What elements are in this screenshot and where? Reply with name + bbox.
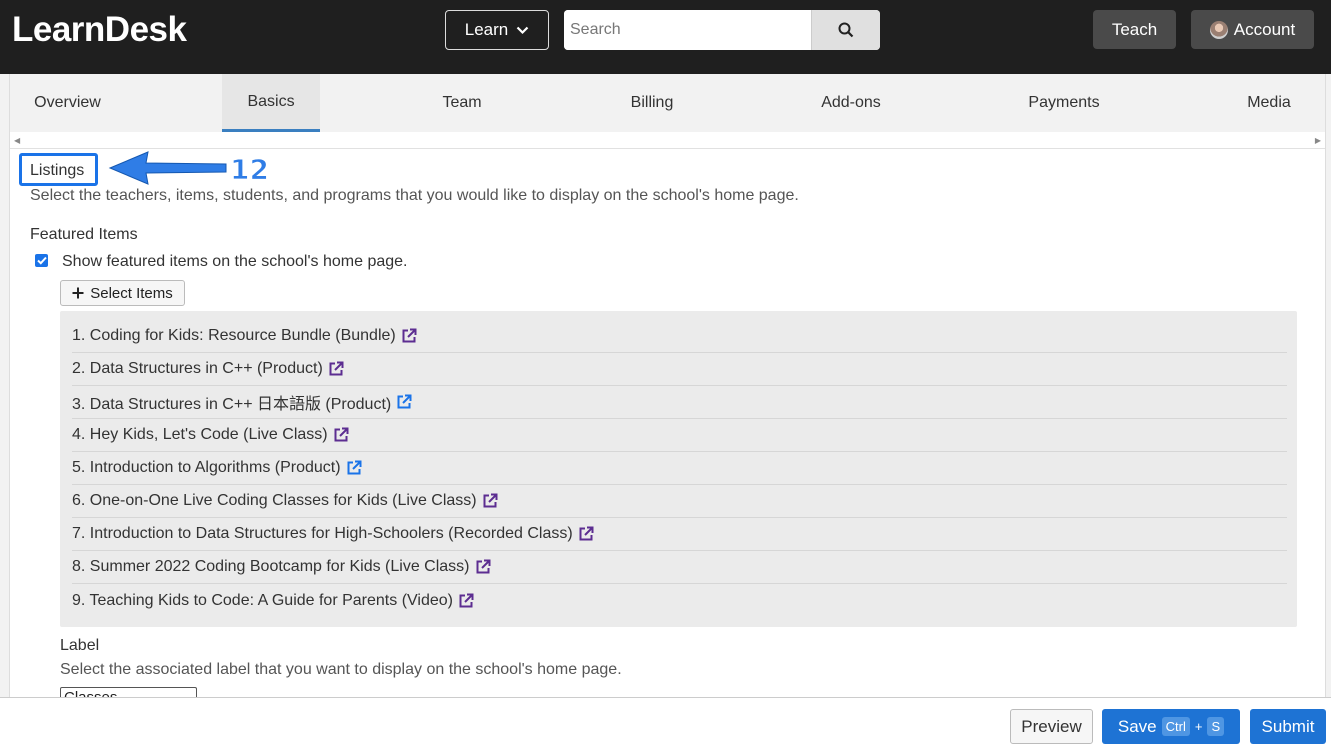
plus-icon	[72, 287, 84, 299]
account-button[interactable]: Account	[1191, 10, 1314, 49]
list-item-label: 9. Teaching Kids to Code: A Guide for Pa…	[72, 591, 453, 609]
tab-overview[interactable]: Overview	[10, 74, 125, 132]
list-item: 7. Introduction to Data Structures for H…	[72, 518, 1287, 551]
external-link-icon[interactable]	[475, 559, 491, 575]
save-button[interactable]: Save Ctrl + S	[1102, 709, 1240, 744]
list-item: 8. Summer 2022 Coding Bootcamp for Kids …	[72, 551, 1287, 584]
chevron-down-icon	[516, 26, 529, 34]
external-link-icon[interactable]	[458, 593, 474, 609]
scroll-left-icon[interactable]: ◀	[14, 136, 20, 145]
tab-bar: Overview Basics Team Billing Add-ons Pay…	[10, 74, 1325, 132]
annotation-number: 12	[230, 153, 269, 186]
list-item: 1. Coding for Kids: Resource Bundle (Bun…	[72, 320, 1287, 353]
list-item-label: 1. Coding for Kids: Resource Bundle (Bun…	[72, 327, 396, 344]
featured-items-heading: Featured Items	[30, 226, 138, 243]
list-item-label: 4. Hey Kids, Let's Code (Live Class)	[72, 426, 328, 443]
list-item: 3. Data Structures in C++ 日本語版 (Product)	[72, 386, 1287, 419]
external-link-icon[interactable]	[396, 394, 412, 410]
tab-basics[interactable]: Basics	[222, 74, 320, 132]
tab-add-ons[interactable]: Add-ons	[798, 74, 904, 132]
save-label: Save	[1117, 716, 1157, 736]
listings-title: Listings	[30, 162, 85, 179]
search-icon	[838, 22, 854, 38]
label-description: Select the associated label that you wan…	[60, 661, 622, 678]
checkmark-icon	[36, 256, 47, 265]
list-item-label: 6. One-on-One Live Coding Classes for Ki…	[72, 492, 477, 509]
list-item: 6. One-on-One Live Coding Classes for Ki…	[72, 485, 1287, 518]
learn-dropdown-button[interactable]: Learn	[445, 10, 549, 50]
select-items-label: Select Items	[90, 284, 173, 302]
s-key-badge: S	[1207, 717, 1225, 736]
list-item: 9. Teaching Kids to Code: A Guide for Pa…	[72, 584, 1287, 617]
annotation-arrow: 12	[108, 151, 269, 187]
external-link-icon[interactable]	[333, 427, 349, 443]
list-item-label: 7. Introduction to Data Structures for H…	[72, 525, 573, 542]
learn-label: Learn	[464, 20, 509, 39]
select-items-button[interactable]: Select Items	[60, 280, 185, 306]
search-bar	[564, 10, 880, 50]
scroll-right-icon[interactable]: ▶	[1315, 136, 1321, 145]
listings-description: Select the teachers, items, students, an…	[30, 187, 799, 204]
search-button[interactable]	[811, 10, 880, 50]
list-item-label: 3. Data Structures in C++ 日本語版 (Product)	[72, 396, 392, 413]
list-item: 4. Hey Kids, Let's Code (Live Class)	[72, 419, 1287, 452]
tab-media[interactable]: Media	[1235, 74, 1303, 132]
preview-button[interactable]: Preview	[1010, 709, 1093, 744]
plus-sign: +	[1194, 719, 1203, 734]
tab-billing[interactable]: Billing	[598, 74, 706, 132]
search-input[interactable]	[564, 10, 810, 50]
external-link-icon[interactable]	[328, 361, 344, 377]
featured-items-list: 1. Coding for Kids: Resource Bundle (Bun…	[60, 311, 1297, 627]
tab-team[interactable]: Team	[410, 74, 514, 132]
label-heading: Label	[60, 637, 100, 654]
submit-button[interactable]: Submit	[1250, 709, 1326, 744]
external-link-icon[interactable]	[482, 493, 498, 509]
external-link-icon[interactable]	[346, 460, 362, 476]
featured-checkbox-label[interactable]: Show featured items on the school's home…	[62, 253, 407, 271]
list-item-label: 8. Summer 2022 Coding Bootcamp for Kids …	[72, 558, 470, 575]
featured-checkbox[interactable]	[35, 254, 48, 267]
tab-scrollbar[interactable]: ◀ ▶	[10, 132, 1325, 149]
logo[interactable]: LearnDesk	[12, 10, 187, 50]
external-link-icon[interactable]	[578, 526, 594, 542]
list-item: 2. Data Structures in C++ (Product)	[72, 353, 1287, 386]
avatar	[1209, 20, 1228, 39]
footer-action-bar: Preview Save Ctrl + S Submit	[0, 697, 1331, 750]
tab-payments[interactable]: Payments	[1010, 74, 1118, 132]
account-label: Account	[1233, 19, 1296, 39]
teach-button[interactable]: Teach	[1093, 10, 1176, 49]
list-item-label: 5. Introduction to Algorithms (Product)	[72, 459, 341, 476]
ctrl-key-badge: Ctrl	[1161, 717, 1190, 736]
external-link-icon[interactable]	[401, 328, 417, 344]
list-item-label: 2. Data Structures in C++ (Product)	[72, 360, 323, 377]
top-navbar: LearnDesk Learn Teach Account	[0, 0, 1331, 74]
list-item: 5. Introduction to Algorithms (Product)	[72, 452, 1287, 485]
settings-panel: Overview Basics Team Billing Add-ons Pay…	[9, 74, 1326, 699]
